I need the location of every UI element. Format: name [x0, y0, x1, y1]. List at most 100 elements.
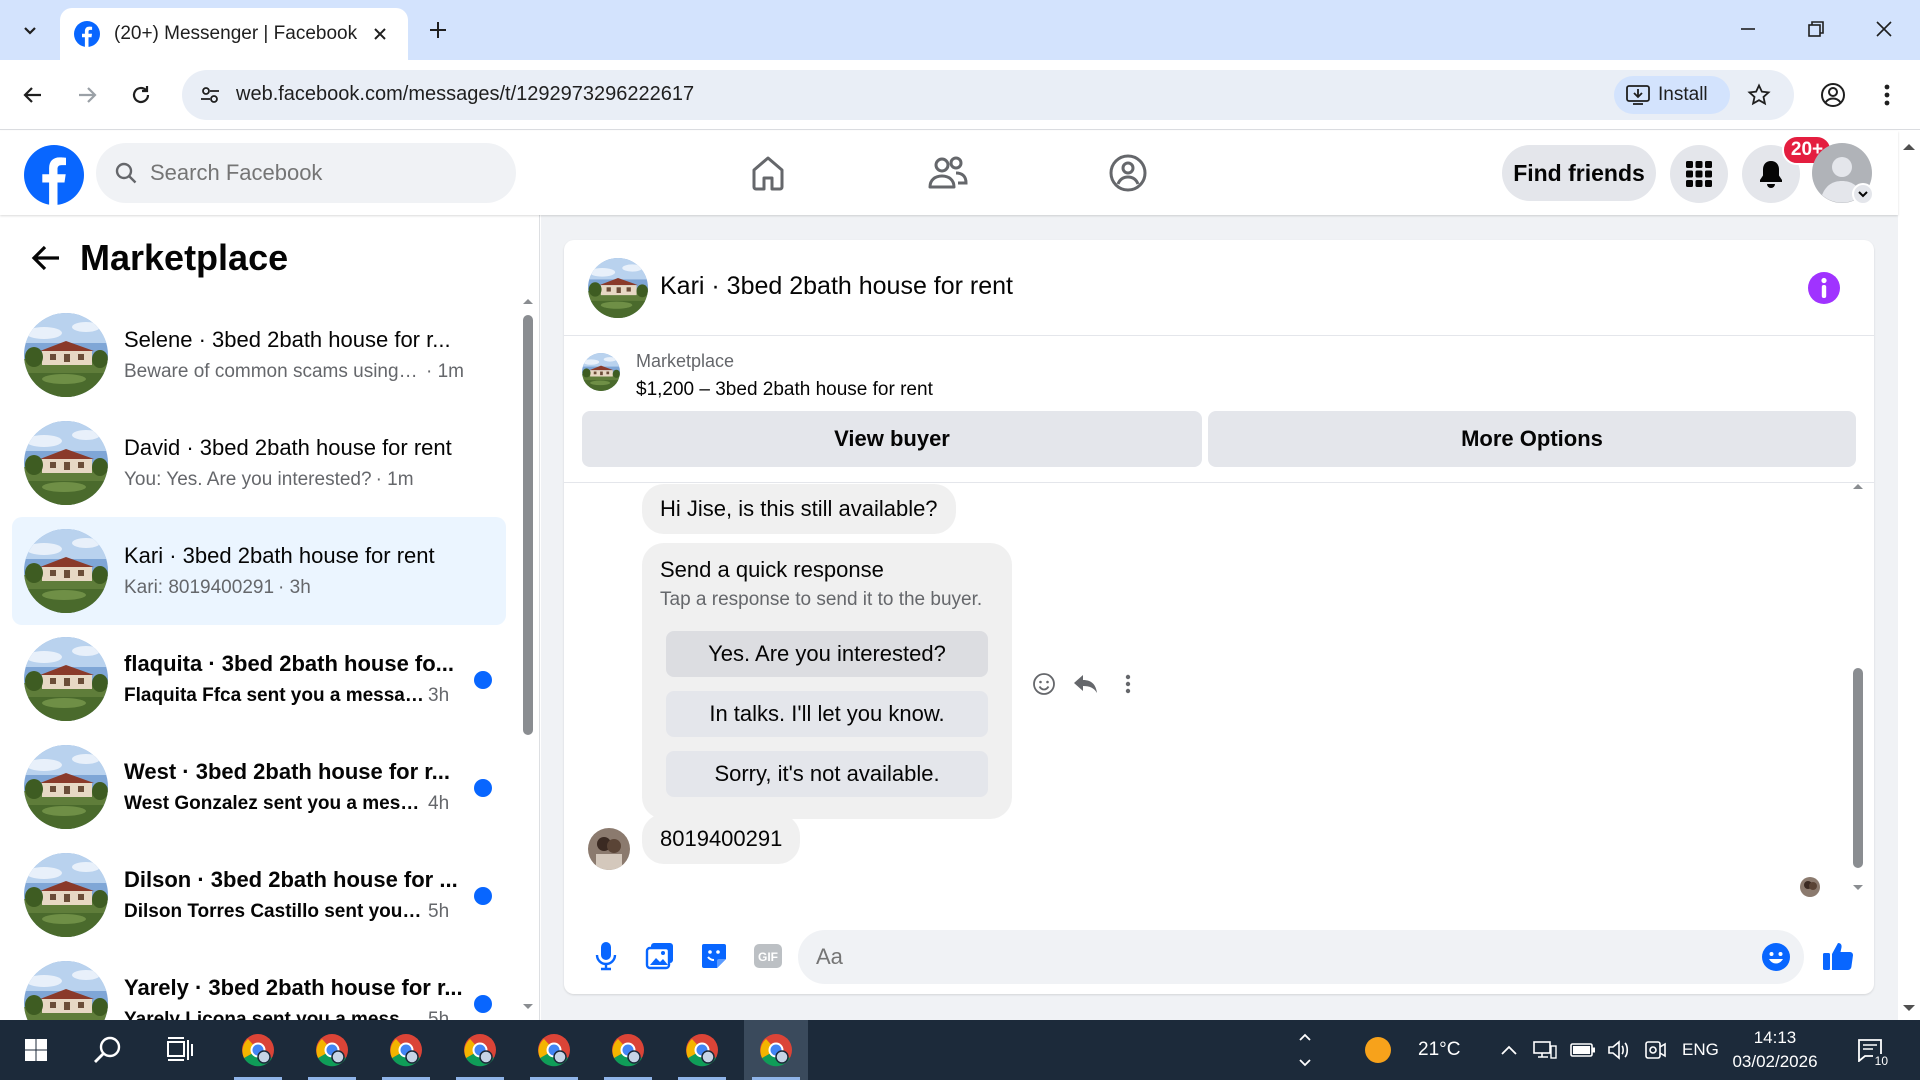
conversation-name: Selene · 3bed 2bath house for r...: [124, 327, 451, 352]
react-smiley-icon[interactable]: [1024, 664, 1064, 704]
reload-icon[interactable]: [120, 74, 162, 116]
menu-grid-icon[interactable]: [1670, 145, 1728, 203]
reply-arrow-icon[interactable]: [1066, 664, 1106, 704]
chrome-taskbar-icon[interactable]: [744, 1020, 808, 1080]
taskbar-search-icon[interactable]: [76, 1020, 140, 1080]
chat-listing-thumbnail[interactable]: [588, 258, 648, 318]
chrome-taskbar-icon[interactable]: [670, 1020, 734, 1080]
quick-response-option[interactable]: In talks. I'll let you know.: [666, 691, 988, 737]
chat-scroll-thumb[interactable]: [1853, 668, 1863, 868]
message-input-box[interactable]: [798, 930, 1804, 984]
chrome-taskbar-icon[interactable]: [448, 1020, 512, 1080]
task-view-icon[interactable]: [148, 1020, 212, 1080]
conversation-snippet: Beware of common scams using p...: [124, 361, 422, 382]
gif-icon[interactable]: GIF: [746, 934, 790, 978]
find-friends-button[interactable]: Find friends: [1502, 145, 1656, 201]
conversation-thumbnail: [24, 853, 108, 937]
notification-center-icon[interactable]: 10: [1850, 1030, 1890, 1070]
info-icon[interactable]: [1806, 270, 1842, 306]
microphone-icon[interactable]: [584, 934, 628, 978]
install-app-button[interactable]: Install: [1614, 76, 1730, 114]
sticker-icon[interactable]: [692, 934, 736, 978]
conversation-name: West · 3bed 2bath house for r...: [124, 759, 450, 784]
chat-window: Kari · 3bed 2bath house for rent Marketp…: [564, 240, 1874, 994]
chat-scroll-up-icon[interactable]: [1850, 480, 1866, 492]
message-input[interactable]: [816, 930, 1716, 984]
tab-search-dropdown-icon[interactable]: [10, 10, 50, 50]
tab-title: (20+) Messenger | Facebook: [114, 23, 358, 44]
sidebar-scroll-thumb[interactable]: [523, 315, 533, 735]
conversation-item[interactable]: Yarely · 3bed 2bath house for r... Yarely…: [12, 949, 506, 1020]
conversation-item[interactable]: Kari · 3bed 2bath house for rent Kari: 80…: [12, 517, 506, 625]
sidebar-scroll-up-icon[interactable]: [521, 295, 535, 307]
conversation-item[interactable]: flaquita · 3bed 2bath house fo... Flaquit…: [12, 625, 506, 733]
conversation-item[interactable]: West · 3bed 2bath house for r... West Gon…: [12, 733, 506, 841]
taskbar-clock[interactable]: 14:13 03/02/2026: [1720, 1026, 1830, 1074]
chrome-taskbar-icon[interactable]: [596, 1020, 660, 1080]
listing-title[interactable]: $1,200 – 3bed 2bath house for rent: [636, 379, 933, 401]
page-scrollbar[interactable]: [1898, 131, 1920, 1020]
network-icon[interactable]: [1530, 1020, 1560, 1080]
quick-response-option[interactable]: Sorry, it's not available.: [666, 751, 988, 797]
chrome-taskbar-icon[interactable]: [374, 1020, 438, 1080]
message-bubble[interactable]: Hi Jise, is this still available?: [642, 484, 956, 534]
scroll-up-arrow-icon[interactable]: [1898, 137, 1920, 157]
thumbs-up-icon[interactable]: [1816, 934, 1860, 978]
emoji-picker-icon[interactable]: [1756, 937, 1796, 977]
more-vertical-icon[interactable]: [1108, 664, 1148, 704]
back-icon[interactable]: [12, 74, 54, 116]
hidden-icons-chevron-icon[interactable]: [1494, 1020, 1524, 1080]
weather-sun-icon[interactable]: [1356, 1020, 1400, 1080]
bookmark-star-icon[interactable]: [1742, 78, 1776, 112]
conversation-item[interactable]: David · 3bed 2bath house for rent You: Ye…: [12, 409, 506, 517]
quick-response-option[interactable]: Yes. Are you interested?: [666, 631, 988, 677]
tray-scroll-icon[interactable]: [1290, 1020, 1320, 1080]
camera-privacy-icon[interactable]: [1640, 1020, 1670, 1080]
conversation-item[interactable]: Dilson · 3bed 2bath house for ... Dilson …: [12, 841, 506, 949]
profile-icon[interactable]: [1812, 74, 1854, 116]
chat-scroll-down-icon[interactable]: [1850, 882, 1866, 894]
chat-scrollbar[interactable]: [1850, 480, 1866, 900]
more-options-button[interactable]: More Options: [1208, 411, 1856, 467]
tab-close-icon[interactable]: [366, 20, 394, 48]
sender-avatar[interactable]: [588, 828, 630, 870]
facebook-search-input[interactable]: [96, 143, 516, 203]
conversation-time: 5h: [428, 901, 450, 922]
listing-thumbnail[interactable]: [582, 353, 620, 391]
chrome-taskbar-icon[interactable]: [522, 1020, 586, 1080]
sidebar-scroll-down-icon[interactable]: [521, 1001, 535, 1013]
input-language[interactable]: ENG: [1682, 1040, 1719, 1060]
back-arrow-icon[interactable]: [24, 236, 68, 280]
groups-nav-icon[interactable]: [1078, 143, 1178, 203]
restore-icon[interactable]: [1786, 6, 1846, 52]
facebook-logo-icon[interactable]: [24, 145, 84, 205]
view-buyer-button[interactable]: View buyer: [582, 411, 1202, 467]
minimize-icon[interactable]: [1718, 6, 1778, 52]
account-chevron-down-icon[interactable]: [1852, 183, 1874, 205]
message-bubble[interactable]: 8019400291: [642, 814, 801, 864]
scroll-down-arrow-icon[interactable]: [1898, 998, 1920, 1018]
photo-attach-icon[interactable]: [638, 934, 682, 978]
browser-menu-icon[interactable]: [1866, 74, 1908, 116]
home-nav-icon[interactable]: [718, 143, 818, 203]
search-field[interactable]: [150, 160, 450, 186]
close-window-icon[interactable]: [1854, 6, 1914, 52]
weather-temperature[interactable]: 21°C: [1418, 1039, 1460, 1061]
battery-icon[interactable]: [1568, 1020, 1598, 1080]
quick-response-card: Send a quick response Tap a response to …: [642, 543, 1012, 819]
forward-icon[interactable]: [66, 74, 108, 116]
address-bar[interactable]: web.facebook.com/messages/t/129297329622…: [182, 70, 1794, 120]
chrome-taskbar-icon[interactable]: [226, 1020, 290, 1080]
sidebar-scrollbar[interactable]: [521, 295, 535, 735]
browser-tab[interactable]: (20+) Messenger | Facebook: [60, 8, 408, 60]
chat-title[interactable]: Kari · 3bed 2bath house for rent: [660, 272, 1013, 301]
site-info-icon[interactable]: [196, 81, 224, 109]
windows-start-icon[interactable]: [4, 1020, 68, 1080]
chrome-taskbar-icon[interactable]: [300, 1020, 364, 1080]
friends-nav-icon[interactable]: [898, 143, 998, 203]
volume-icon[interactable]: [1604, 1020, 1634, 1080]
new-tab-icon[interactable]: [420, 12, 456, 48]
conversation-snippet: Flaquita Ffca sent you a messag...: [124, 685, 424, 706]
account-avatar[interactable]: [1812, 143, 1874, 205]
conversation-item[interactable]: Selene · 3bed 2bath house for r... Beware…: [12, 301, 506, 409]
